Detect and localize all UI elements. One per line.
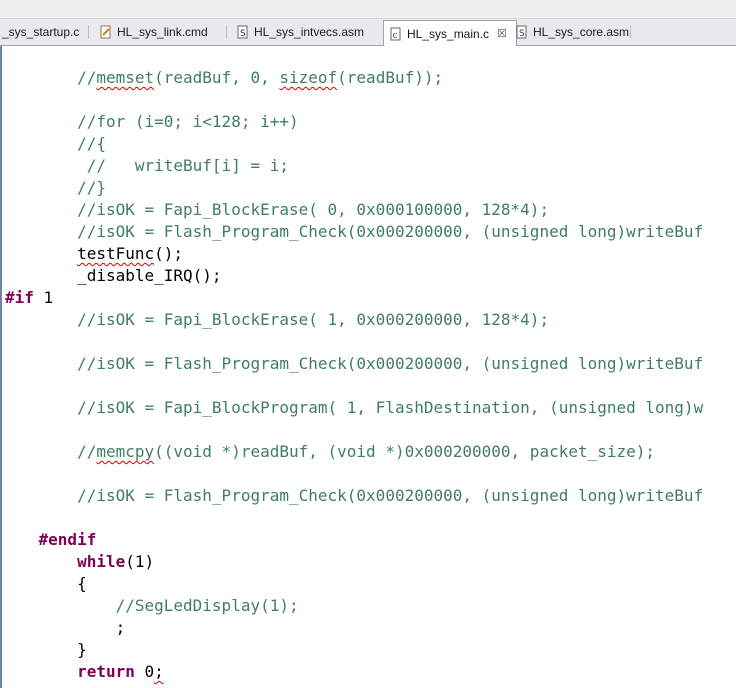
code-line: { xyxy=(0,574,87,593)
code-editor[interactable]: //memset(readBuf, 0, sizeof(readBuf)); /… xyxy=(0,46,736,688)
tab-sys-link[interactable]: HL_sys_link.cmd xyxy=(100,21,208,43)
code-line: //for (i=0; i<128; i++) xyxy=(0,112,299,131)
code-line: //isOK = Flash_Program_Check(0x000200000… xyxy=(0,222,704,241)
asm-file-icon: S xyxy=(516,25,528,39)
code-line: _disable_IRQ(); xyxy=(0,266,222,285)
code-line: //isOK = Flash_Program_Check(0x000200000… xyxy=(0,354,704,373)
code-line: return 0; xyxy=(77,662,164,681)
code-line: //isOK = Fapi_BlockErase( 0, 0x000100000… xyxy=(0,200,550,219)
code-line: //isOK = Flash_Program_Check(0x000200000… xyxy=(0,486,704,505)
code-line: while(1) xyxy=(77,552,155,571)
svg-text:S: S xyxy=(240,29,246,39)
code-line: // writeBuf[i] = i; xyxy=(0,156,289,175)
code-line: #endif xyxy=(38,530,97,549)
tab-separator xyxy=(88,25,89,39)
tab-label: HL_sys_intvecs.asm xyxy=(254,25,365,39)
tab-label: HL_sys_link.cmd xyxy=(117,25,208,39)
svg-text:S: S xyxy=(519,29,525,39)
code-line: } xyxy=(0,640,87,659)
asm-file-icon: S xyxy=(237,25,249,39)
tab-separator xyxy=(226,25,227,39)
editor-tab-bar: _sys_startup.c HL_sys_link.cmd S HL_sys_… xyxy=(0,19,736,46)
tab-sys-intvecs[interactable]: S HL_sys_intvecs.asm xyxy=(237,21,364,43)
tab-label: _sys_startup.c xyxy=(2,25,80,39)
svg-text:c: c xyxy=(393,31,398,41)
c-file-icon: c xyxy=(390,27,402,41)
code-line: //SegLedDisplay(1); xyxy=(0,596,299,615)
close-tab-icon[interactable]: ☒ xyxy=(497,27,507,40)
code-line: #if 1 xyxy=(5,288,54,307)
code-line: //memcpy((void *)readBuf, (void *)0x0002… xyxy=(0,442,656,461)
tab-label: HL_sys_core.asm xyxy=(533,25,630,39)
window-top-strip xyxy=(0,0,736,19)
cmd-file-icon xyxy=(100,25,112,39)
code-line: //memset(readBuf, 0, sizeof(readBuf)); xyxy=(0,68,444,87)
code-line: //} xyxy=(0,178,106,197)
code-line: //{ xyxy=(0,134,106,153)
tab-sys-core[interactable]: S HL_sys_core.asm xyxy=(516,21,629,43)
tab-label: HL_sys_main.c xyxy=(407,26,490,41)
tab-sys-startup[interactable]: _sys_startup.c xyxy=(2,21,79,43)
code-line: //isOK = Fapi_BlockProgram( 1, FlashDest… xyxy=(0,398,704,417)
tab-sys-main[interactable]: c HL_sys_main.c ☒ xyxy=(383,20,517,46)
code-line: testFunc(); xyxy=(77,244,184,263)
code-line: //isOK = Fapi_BlockErase( 1, 0x000200000… xyxy=(0,310,550,329)
tab-separator xyxy=(630,25,631,39)
code-line: ; xyxy=(0,618,126,637)
